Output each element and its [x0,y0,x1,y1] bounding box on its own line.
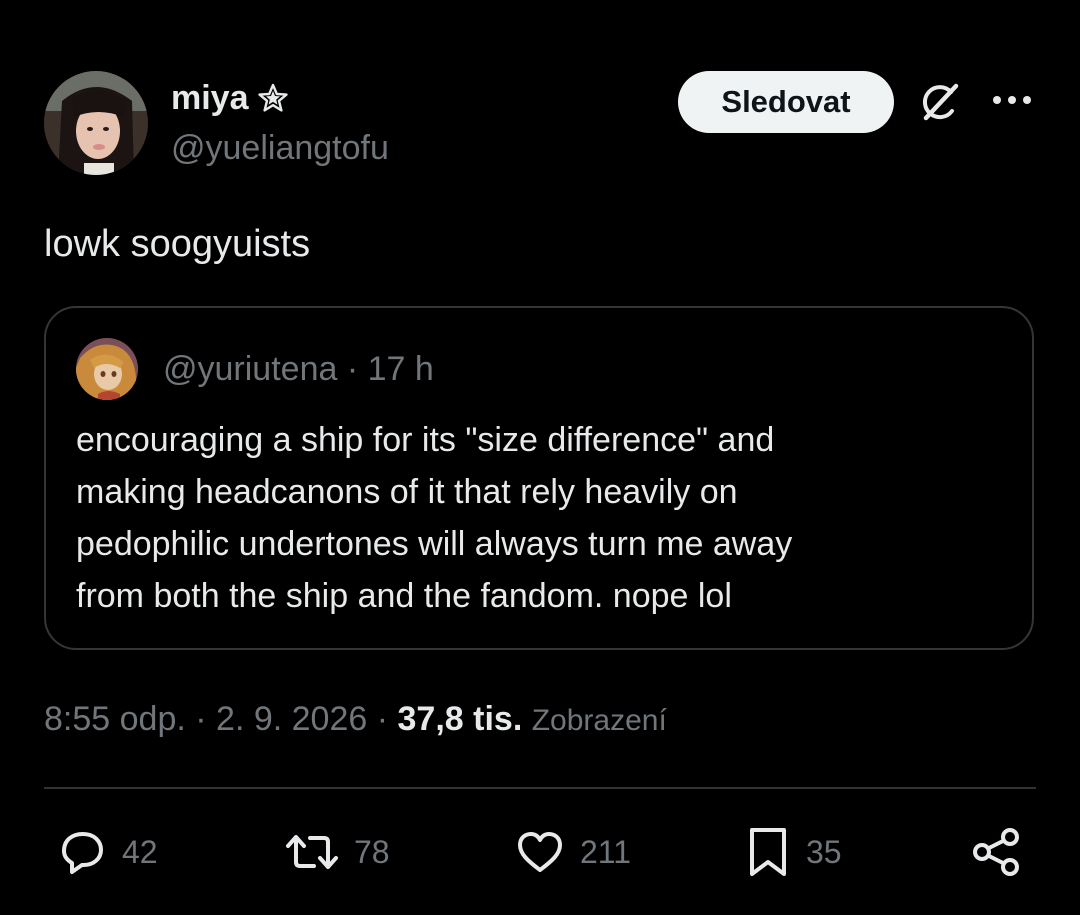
quoted-text-line: encouraging a ship for its "size differe… [76,421,775,459]
quoted-text-line: pedophilic undertones will always turn m… [76,525,793,563]
quoted-author-avatar[interactable] [76,338,138,400]
author-handle[interactable]: @yueliangtofu [171,128,389,168]
quoted-author-avatar-image [76,338,138,400]
more-icon[interactable] [990,88,1034,112]
quoted-separator: · [346,350,359,388]
share-button[interactable] [970,824,1022,880]
quoted-tweet-text: encouraging a ship for its "size differe… [76,414,1016,622]
bookmark-icon [750,828,786,876]
repost-count: 78 [354,834,390,870]
like-button[interactable]: 211 [514,824,631,880]
bookmark-count: 35 [806,834,842,870]
quoted-tweet-card[interactable]: @yuriutena · 17 h encouraging a ship for… [44,306,1034,650]
bookmark-button[interactable]: 35 [744,824,842,880]
reply-icon [62,832,103,874]
quoted-tweet-header: @yuriutena · 17 h [163,348,434,390]
meta-separator: · [376,700,389,738]
author-name-row[interactable]: miya [171,78,289,118]
meta-separator: · [195,700,207,738]
follow-button[interactable]: Sledovat [678,71,894,133]
share-icon [973,828,1019,876]
quoted-author-handle[interactable]: @yuriutena [163,350,337,388]
quoted-tweet-time[interactable]: 17 h [368,350,434,388]
like-icon [518,832,562,872]
quoted-text-line: from both the ship and the fandom. nope … [76,577,732,615]
reply-button[interactable]: 42 [56,824,158,880]
author-avatar[interactable] [44,71,148,175]
repost-button[interactable]: 78 [284,824,390,880]
divider [44,787,1036,789]
tweet-time[interactable]: 8:55 odp. [44,700,186,738]
repost-icon [286,835,338,869]
star-icon [257,82,289,114]
tweet-date[interactable]: 2. 9. 2026 [216,700,367,738]
author-avatar-image [44,71,148,175]
grok-icon[interactable] [914,78,964,128]
quoted-text-line: making headcanons of it that rely heavil… [76,473,738,511]
tweet-text: lowk soogyuists [44,223,311,265]
views-label[interactable]: Zobrazení [532,704,667,737]
like-count: 211 [580,834,632,870]
reply-count: 42 [122,834,158,870]
author-display-name[interactable]: miya [171,78,249,118]
tweet-meta: 8:55 odp. · 2. 9. 2026 · 37,8 tis. Zobra… [44,697,667,743]
views-count[interactable]: 37,8 tis. [398,700,523,738]
